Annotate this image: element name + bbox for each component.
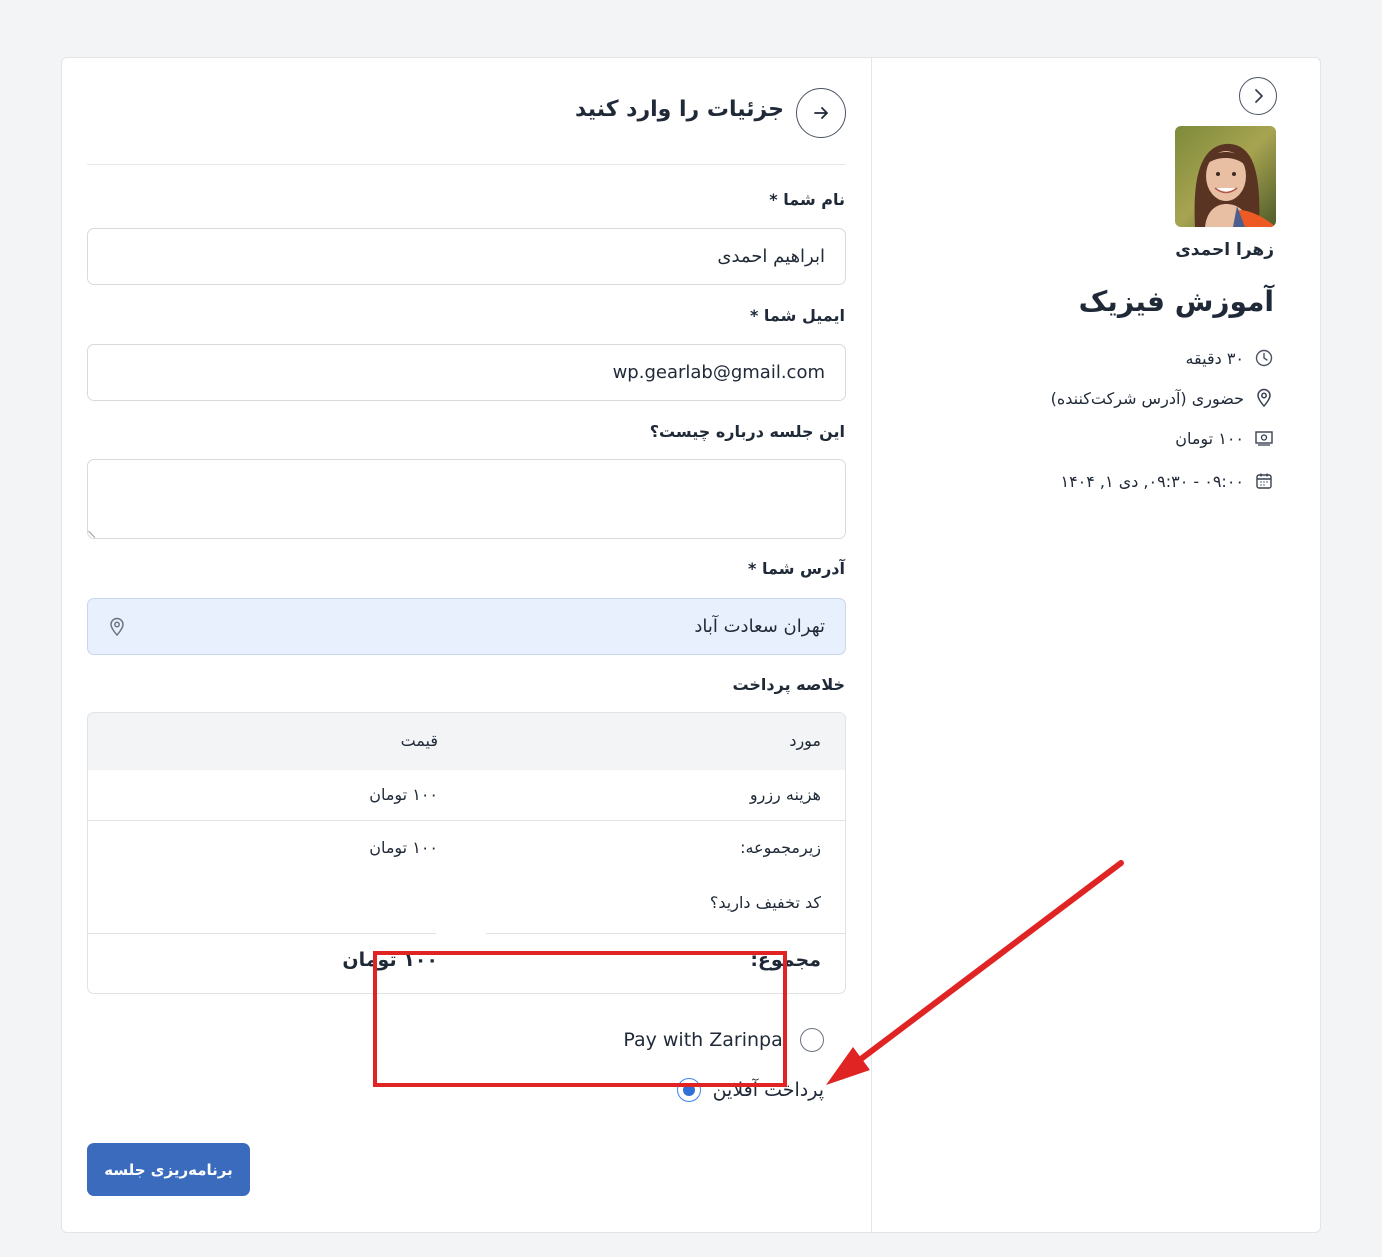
meta-price: ۱۰۰ تومان [1175,428,1274,448]
coupon-link[interactable]: کد تخفیف دارید؟ [710,893,821,912]
name-label: نام شما * [769,190,845,209]
datetime-text: ۰۹:۰۰ - ۰۹:۳۰, دی ۱, ۱۴۰۴ [1060,471,1244,491]
event-title: آموزش فیزیک [1078,285,1274,318]
clock-icon [1254,348,1274,368]
meta-duration: ۳۰ دقیقه [1185,348,1274,368]
meta-datetime: ۰۹:۰۰ - ۰۹:۳۰, دی ۱, ۱۴۰۴ [1060,471,1274,491]
address-value: تهران سعادت آباد [694,616,825,637]
map-pin-icon [110,617,124,636]
back-arrow-button[interactable] [796,88,846,138]
total-divider-left [88,933,436,934]
row-booking-fee-label: هزینه رزرو [749,785,821,804]
price-text: ۱۰۰ تومان [1175,428,1244,448]
calendar-icon [1254,471,1274,491]
location-text: حضوری (آدرس شرکت‌کننده) [1050,388,1244,408]
notes-label: این جلسه درباره چیست؟ [649,422,845,441]
meta-location: حضوری (آدرس شرکت‌کننده) [1051,388,1274,408]
highlight-box [373,951,787,1087]
form-header: جزئیات را وارد کنید [87,88,846,165]
row-subtotal-price: ۱۰۰ تومان [369,838,438,857]
host-name: زهرا احمدی [1175,240,1274,260]
form-title: جزئیات را وارد کنید [575,97,784,122]
notes-textarea[interactable] [87,459,846,539]
email-label: ایمیل شما * [749,306,845,325]
email-field[interactable]: wp.gearlab@gmail.com [87,344,846,401]
address-field[interactable]: تهران سعادت آباد [87,598,846,655]
collapse-button[interactable] [1239,77,1277,115]
map-pin-icon [1254,388,1274,408]
row-booking-fee-price: ۱۰۰ تومان [369,785,438,804]
row-divider [88,820,845,821]
total-divider-right [486,933,845,934]
resize-handle-icon[interactable] [88,525,101,538]
radio-zarinpal[interactable] [800,1028,824,1052]
schedule-meeting-button[interactable]: برنامه‌ریزی جلسه [87,1143,250,1196]
host-avatar [1175,126,1276,227]
duration-text: ۳۰ دقیقه [1185,348,1244,368]
header-item: مورد [789,731,821,750]
header-price: قیمت [400,731,438,750]
name-field[interactable]: ابراهیم احمدی [87,228,846,285]
chevron-right-icon [1255,89,1263,103]
payment-summary-title: خلاصه پرداخت [732,675,845,694]
panel-divider [871,58,872,1232]
money-icon [1254,428,1274,448]
address-label: آدرس شما * [748,559,845,578]
row-subtotal-label: زیرمجموعه: [740,838,821,857]
table-header: مورد قیمت [88,713,845,770]
arrow-right-icon [814,107,828,119]
